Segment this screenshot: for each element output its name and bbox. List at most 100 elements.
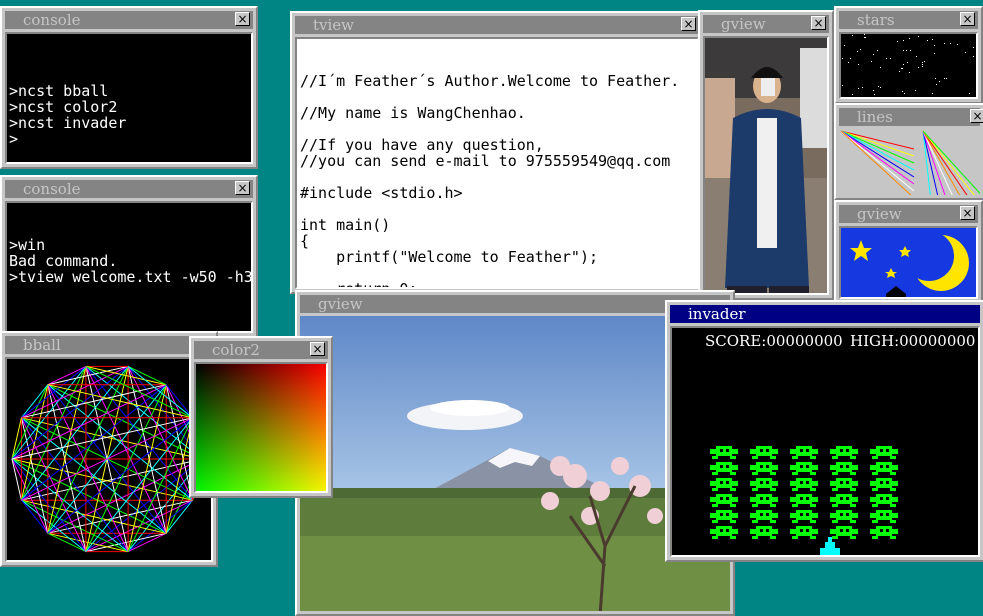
alien-sprite — [710, 446, 738, 459]
console-output[interactable]: >ncst bball >ncst color2 >ncst invader > — [5, 32, 253, 164]
text-line: #include <stdio.h> — [300, 184, 463, 202]
invader-window[interactable]: invader SCORE:00000000 HIGH:00000000 — [665, 300, 983, 562]
star — [850, 58, 851, 59]
alien-sprite — [830, 446, 858, 459]
star — [877, 50, 878, 51]
star — [899, 71, 900, 72]
lines-canvas — [839, 129, 980, 195]
star — [903, 50, 904, 51]
star — [973, 47, 974, 48]
bball-line — [11, 366, 129, 460]
star — [864, 34, 865, 35]
lines-titlebar[interactable]: lines — [839, 108, 980, 126]
star — [909, 72, 910, 73]
alien-sprite — [750, 526, 778, 539]
console-line: >win — [9, 236, 46, 254]
star — [922, 66, 923, 67]
star — [924, 61, 925, 62]
tview-window[interactable]: tview × //I´m Feather´s Author.Welcome t… — [290, 11, 704, 294]
text-line: //My name is WangChenhao. — [300, 104, 526, 122]
star — [946, 78, 947, 79]
color-line — [840, 130, 912, 195]
text-line: return 0; — [300, 280, 418, 289]
star — [965, 52, 966, 53]
tview-titlebar[interactable]: tview — [295, 16, 699, 34]
star — [907, 62, 908, 63]
text-line — [300, 201, 694, 217]
star — [901, 68, 902, 69]
invader-sprites — [710, 446, 898, 555]
star — [906, 50, 907, 51]
text-line: int main() — [300, 216, 391, 234]
star — [852, 35, 853, 36]
star — [880, 67, 881, 68]
console-titlebar[interactable]: console — [5, 180, 253, 198]
star — [902, 91, 903, 92]
star — [902, 68, 903, 69]
text-line: printf("Welcome to Feather"); — [300, 248, 599, 266]
moon-picture — [839, 226, 978, 299]
star — [864, 37, 865, 38]
close-icon[interactable]: × — [681, 17, 696, 31]
text-line: //I´m Feather´s Author.Welcome to Feathe… — [300, 72, 680, 90]
moon-image — [841, 228, 976, 297]
tview-text[interactable]: //I´m Feather´s Author.Welcome to Feathe… — [295, 37, 699, 289]
alien-sprite — [870, 510, 898, 523]
gview-titlebar[interactable]: gview — [839, 205, 978, 223]
gview-person-window[interactable]: gview × — [698, 10, 834, 300]
star — [944, 78, 945, 79]
star — [873, 54, 874, 55]
star — [886, 58, 887, 59]
close-icon[interactable]: × — [970, 109, 983, 123]
star — [842, 85, 843, 86]
star — [860, 49, 861, 50]
star — [873, 90, 874, 91]
bball-line — [47, 366, 129, 534]
gview-moon-window[interactable]: gview × — [834, 200, 983, 304]
stars-titlebar[interactable]: stars — [839, 11, 978, 29]
star — [918, 67, 919, 68]
close-icon[interactable]: × — [235, 181, 250, 195]
star — [903, 40, 904, 41]
console-line: >ncst invader — [9, 114, 127, 132]
console-prompt[interactable]: > — [9, 131, 249, 147]
bball-canvas — [5, 357, 213, 562]
console-window-1[interactable]: console × >ncst bball >ncst color2 >ncst i… — [0, 6, 258, 169]
star — [973, 56, 974, 57]
alien-sprite — [750, 478, 778, 491]
bball-window[interactable]: bball — [0, 331, 218, 567]
star — [852, 97, 853, 98]
alien-sprite — [790, 510, 818, 523]
person-photo-image — [705, 38, 827, 293]
star — [858, 88, 859, 89]
color-line — [840, 130, 915, 157]
console-line: >ncst color2 — [9, 98, 118, 116]
color2-titlebar[interactable]: color2 — [194, 341, 328, 359]
alien-sprite — [830, 494, 858, 507]
close-icon[interactable]: × — [960, 206, 975, 220]
star — [927, 40, 928, 41]
color2-window[interactable]: color2 × — [189, 336, 333, 498]
lines-window[interactable]: lines × — [834, 103, 983, 200]
star — [871, 61, 872, 62]
star — [936, 84, 937, 85]
close-icon[interactable]: × — [310, 342, 325, 356]
star — [922, 62, 923, 63]
text-line: //you can send e-mail to 975559549@qq.co… — [300, 152, 671, 170]
console-window-2[interactable]: console × >win Bad command. >tview welcome… — [0, 175, 258, 338]
close-icon[interactable]: × — [235, 12, 250, 26]
star — [852, 94, 853, 95]
bball-line — [21, 365, 129, 419]
alien-sprite — [870, 526, 898, 539]
console-output[interactable]: >win Bad command. >tview welcome.txt -w50 … — [5, 201, 253, 333]
invader-game-area[interactable]: SCORE:00000000 HIGH:00000000 — [670, 326, 980, 557]
star — [874, 94, 875, 95]
close-icon[interactable]: × — [960, 12, 975, 26]
invader-titlebar[interactable]: invader — [670, 305, 980, 323]
star — [934, 53, 935, 54]
bball-titlebar[interactable]: bball — [5, 336, 213, 354]
close-icon[interactable]: × — [811, 16, 826, 30]
stars-window[interactable]: stars × — [834, 6, 983, 104]
console-titlebar[interactable]: console — [5, 11, 253, 29]
star — [897, 41, 898, 42]
